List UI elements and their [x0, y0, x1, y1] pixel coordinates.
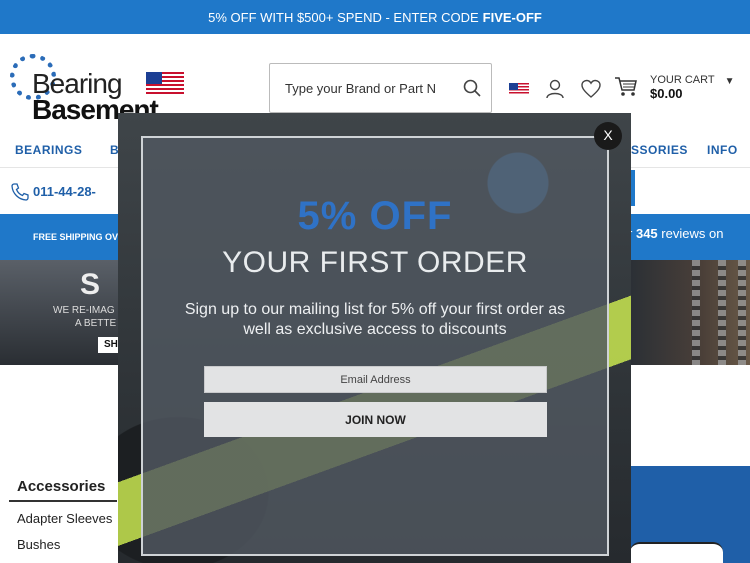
- hero-line1: WE RE-IMAG: [53, 305, 115, 316]
- nav-item-accessories[interactable]: SSORIES: [631, 143, 688, 157]
- search-icon[interactable]: [463, 79, 481, 97]
- cart-icon[interactable]: [614, 76, 638, 98]
- close-icon[interactable]: X: [594, 122, 622, 150]
- header-icons: [508, 78, 602, 100]
- us-flag-icon[interactable]: [508, 78, 530, 100]
- chain-decoration: [718, 260, 726, 365]
- hero-line2: A BETTE: [75, 318, 117, 329]
- chain-decoration: [738, 260, 746, 365]
- product-image: [630, 542, 723, 563]
- phone-icon: [11, 183, 29, 201]
- promo-bar: 5% OFF WITH $500+ SPEND - ENTER CODE FIV…: [0, 0, 750, 34]
- nav-item-bearings[interactable]: BEARINGS: [15, 143, 82, 157]
- logo-flag-icon: [146, 72, 184, 96]
- reviews-count: 345: [635, 226, 658, 241]
- modal-headline: 5% OFF: [297, 194, 453, 238]
- join-now-button[interactable]: JOIN NOW: [204, 402, 547, 437]
- phone-number[interactable]: 011-44-28-: [33, 184, 96, 199]
- nav-item-info[interactable]: INFO: [707, 143, 738, 157]
- user-icon[interactable]: [544, 78, 566, 100]
- cart[interactable]: YOUR CART $0.00 ▼: [614, 74, 735, 100]
- sidebar-title: Accessories: [17, 478, 106, 495]
- logo[interactable]: Bearing Basement: [8, 52, 188, 125]
- reviews-text[interactable]: r 345 reviews on: [628, 226, 723, 241]
- chain-decoration: [692, 260, 700, 365]
- hero-image-right: [630, 260, 750, 365]
- search-box[interactable]: [269, 63, 492, 113]
- sidebar-link-adapter-sleeves[interactable]: Adapter Sleeves: [17, 511, 112, 526]
- heart-icon[interactable]: [580, 78, 602, 100]
- cart-total: $0.00: [650, 86, 683, 101]
- promo-code: FIVE-OFF: [482, 9, 542, 25]
- shipping-text: FREE SHIPPING OV: [33, 232, 119, 242]
- chevron-down-icon[interactable]: ▼: [725, 76, 735, 87]
- reviews-suffix: reviews on: [661, 226, 724, 241]
- modal-subheadline: YOUR FIRST ORDER: [222, 246, 528, 279]
- email-field[interactable]: [204, 366, 547, 393]
- cart-summary[interactable]: YOUR CART $0.00: [650, 74, 715, 100]
- promo-text: 5% OFF WITH $500+ SPEND - ENTER CODE: [208, 9, 479, 25]
- sidebar-divider: [9, 500, 117, 502]
- modal-description: Sign up to our mailing list for 5% off y…: [184, 301, 566, 338]
- hero-big-text: S: [80, 268, 101, 301]
- sidebar-link-bushes[interactable]: Bushes: [17, 537, 60, 552]
- search-input[interactable]: [285, 80, 435, 96]
